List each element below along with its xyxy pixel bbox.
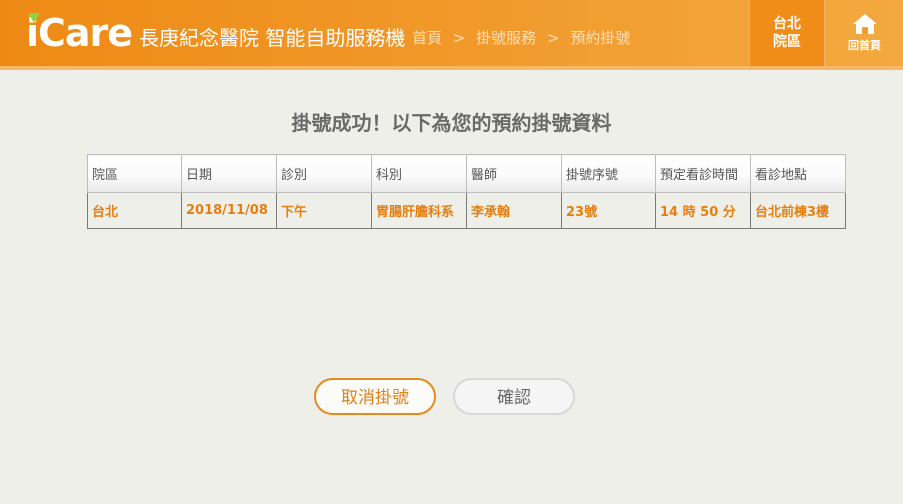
- logo-leaf-icon: [28, 13, 40, 23]
- column-header-scheduled-time: 預定看診時間: [655, 154, 751, 193]
- cell-scheduled-time: 14 時 50 分: [655, 192, 751, 229]
- cancel-registration-button[interactable]: 取消掛號: [314, 378, 436, 415]
- page-heading: 掛號成功！以下為您的預約掛號資料: [291, 111, 612, 135]
- breadcrumb-appointment: 預約掛號: [570, 29, 631, 47]
- cell-location: 台北前棟3樓: [750, 192, 846, 229]
- campus-button[interactable]: 台北 院區: [749, 0, 825, 66]
- icare-logo: iCare: [26, 8, 133, 58]
- home-icon: [852, 14, 877, 34]
- home-button[interactable]: 回首頁: [826, 0, 903, 66]
- breadcrumb: 首頁 > 掛號服務 > 預約掛號: [412, 27, 636, 48]
- cell-date: 2018/11/08: [181, 192, 277, 229]
- appointment-table: 院區 日期 診別 科別 醫師 掛號序號 預定看診時間 看診地點 台北 2018/…: [87, 154, 846, 229]
- column-header-session: 診別: [276, 154, 372, 193]
- column-header-department: 科別: [371, 154, 467, 193]
- cell-campus: 台北: [87, 192, 182, 229]
- breadcrumb-separator: >: [546, 29, 560, 47]
- cell-queue-number: 23號: [561, 192, 656, 229]
- campus-label-line1: 台北: [773, 16, 801, 32]
- home-label: 回首頁: [848, 39, 881, 52]
- logo-text: iCare: [26, 11, 133, 55]
- cell-doctor: 李承翰: [466, 192, 562, 229]
- breadcrumb-home[interactable]: 首頁: [412, 29, 442, 47]
- column-header-campus: 院區: [87, 154, 182, 193]
- table-row: 台北 2018/11/08 下午 胃腸肝膽科系 李承翰 23號 14 時 50 …: [87, 192, 846, 229]
- table-header-row: 院區 日期 診別 科別 醫師 掛號序號 預定看診時間 看診地點: [87, 154, 846, 193]
- campus-label-line2: 院區: [773, 34, 801, 50]
- breadcrumb-separator: >: [452, 29, 466, 47]
- column-header-doctor: 醫師: [466, 154, 562, 193]
- confirm-button[interactable]: 確認: [453, 378, 575, 415]
- app-header: iCare 長庚紀念醫院 智能自助服務機 首頁 > 掛號服務 > 預約掛號 台北…: [0, 0, 903, 70]
- cell-session: 下午: [276, 192, 372, 229]
- cell-department: 胃腸肝膽科系: [371, 192, 467, 229]
- column-header-location: 看診地點: [750, 154, 846, 193]
- breadcrumb-registration[interactable]: 掛號服務: [476, 29, 536, 47]
- column-header-date: 日期: [181, 154, 277, 193]
- column-header-queue-number: 掛號序號: [561, 154, 656, 193]
- hospital-title: 長庚紀念醫院 智能自助服務機: [139, 26, 406, 50]
